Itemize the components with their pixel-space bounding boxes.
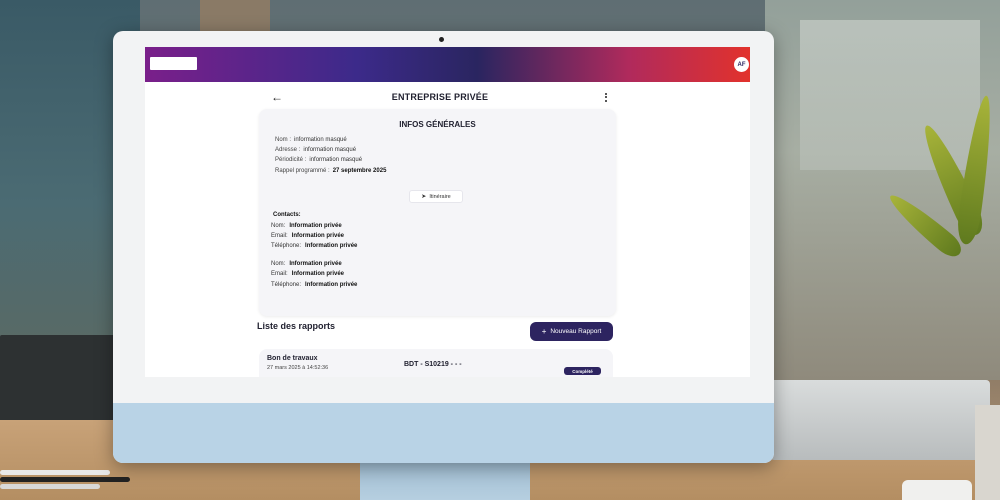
contact-label: Email: bbox=[271, 271, 288, 277]
contact-label: Email: bbox=[271, 233, 288, 239]
monitor-stand bbox=[360, 458, 530, 500]
itinerary-label: Itinéraire bbox=[429, 193, 451, 200]
navigation-arrow-icon: ➤ bbox=[421, 194, 427, 200]
contact-label: Nom: bbox=[271, 261, 286, 267]
top-bar: AF bbox=[145, 47, 750, 82]
monitor-chin bbox=[113, 403, 774, 463]
field-adresse: Adresse : information masqué bbox=[275, 147, 356, 153]
camera-icon bbox=[439, 37, 444, 42]
itinerary-button[interactable]: ➤ Itinéraire bbox=[409, 190, 463, 203]
contact-value: Information privée bbox=[291, 233, 345, 239]
new-report-label: Nouveau Rapport bbox=[550, 328, 602, 335]
laptop-stand bbox=[770, 380, 990, 460]
page-header: ← ENTREPRISE PRIVÉE bbox=[265, 87, 615, 107]
background-window-right bbox=[800, 20, 980, 170]
general-info-card: INFOS GÉNÉRALES Nom : information masqué … bbox=[259, 109, 616, 316]
contacts-title: Contacts: bbox=[273, 212, 301, 218]
mug bbox=[902, 480, 972, 500]
new-report-button[interactable]: + Nouveau Rapport bbox=[530, 322, 613, 341]
contact-value: Information privée bbox=[291, 271, 345, 277]
plus-icon: + bbox=[541, 326, 547, 336]
report-code: BDT - S10219 - - - bbox=[404, 361, 462, 368]
field-rappel: Rappel programmé :27 septembre 2025 bbox=[275, 168, 386, 174]
field-value: information masqué bbox=[303, 147, 357, 153]
field-nom: Nom : information masqué bbox=[275, 137, 347, 143]
more-options-icon[interactable] bbox=[603, 90, 609, 104]
card-title: INFOS GÉNÉRALES bbox=[399, 120, 476, 129]
field-value: information masqué bbox=[294, 137, 347, 143]
reports-title: Liste des rapports bbox=[257, 321, 336, 331]
contact-1-nom: Nom: Information privée bbox=[271, 223, 342, 229]
app-screen: AF ← ENTREPRISE PRIVÉE INFOS GÉNÉRALES N… bbox=[145, 47, 750, 377]
contact-label: Téléphone: bbox=[271, 243, 302, 249]
avatar[interactable]: AF bbox=[734, 57, 749, 72]
contact-value: Information privée bbox=[305, 282, 358, 288]
contact-2-nom: Nom: Information privée bbox=[271, 261, 342, 267]
plant-pot bbox=[975, 405, 1000, 500]
contact-value: Information privée bbox=[289, 261, 342, 267]
field-label: Périodicité : bbox=[275, 157, 307, 163]
status-badge: Complété bbox=[564, 367, 601, 375]
contact-value: Information privée bbox=[289, 223, 342, 229]
field-value: information masqué bbox=[309, 157, 363, 163]
report-list-item[interactable]: Bon de travaux 27 mars 2025 à 14:52:36 B… bbox=[259, 349, 613, 377]
contact-1-email: Email: Information privée bbox=[271, 233, 344, 239]
contact-label: Nom: bbox=[271, 223, 286, 229]
field-periodicite: Périodicité : information masqué bbox=[275, 157, 362, 163]
field-label: Nom : bbox=[275, 137, 292, 143]
contact-2-email: Email: Information privée bbox=[271, 271, 344, 277]
pens bbox=[0, 468, 140, 490]
page-title: ENTREPRISE PRIVÉE bbox=[391, 92, 489, 102]
field-value: 27 septembre 2025 bbox=[332, 168, 387, 174]
field-label: Adresse : bbox=[275, 147, 301, 153]
contact-value: Information privée bbox=[305, 243, 358, 249]
contact-1-tel: Téléphone: Information privée bbox=[271, 243, 357, 249]
report-name: Bon de travaux bbox=[267, 355, 318, 362]
field-label: Rappel programmé : bbox=[275, 168, 330, 174]
app-logo[interactable] bbox=[150, 57, 197, 70]
contact-label: Téléphone: bbox=[271, 282, 302, 288]
contact-2-tel: Téléphone: Information privée bbox=[271, 282, 357, 288]
report-date: 27 mars 2025 à 14:52:36 bbox=[267, 365, 329, 371]
